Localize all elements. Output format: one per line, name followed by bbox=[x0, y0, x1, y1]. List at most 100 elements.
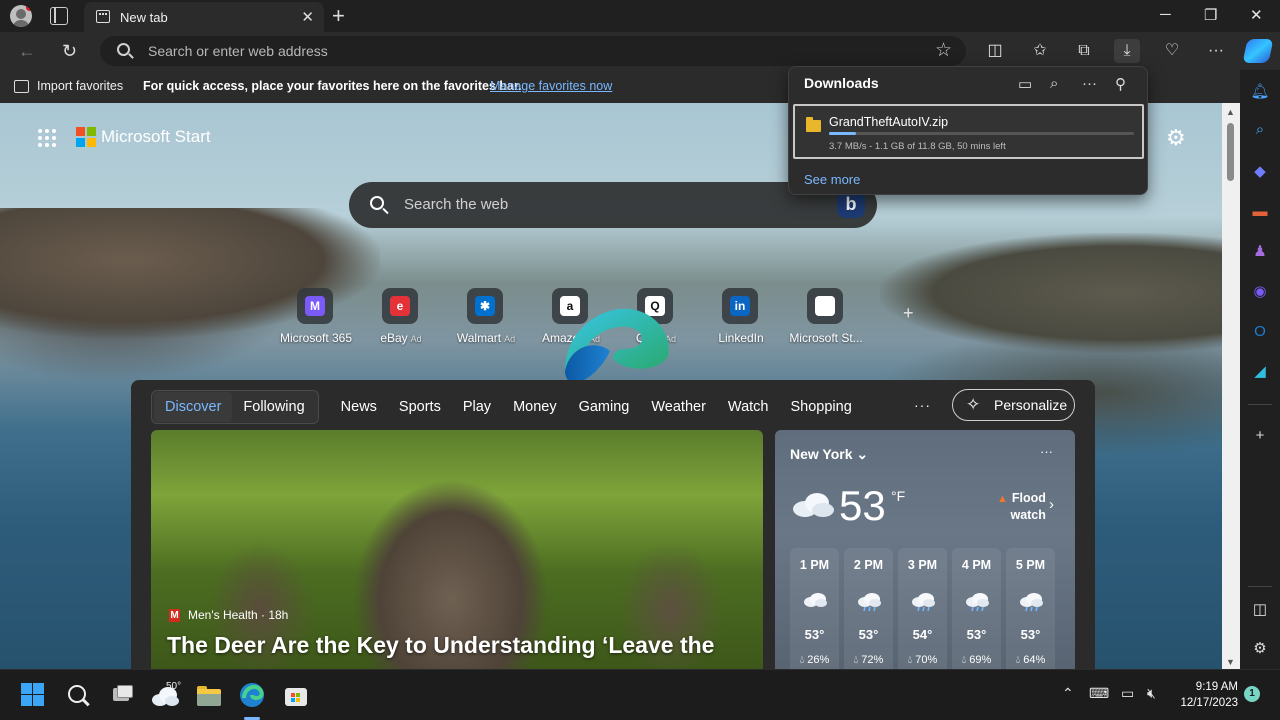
hourly-forecast-item[interactable]: 4 PM 53° 💧︎ 69% bbox=[952, 548, 1001, 669]
quick-link-label: eBay Ad bbox=[380, 331, 422, 345]
tab-shopping[interactable]: Shopping bbox=[790, 399, 851, 415]
quick-link-tile[interactable]: Microsoft St... bbox=[786, 288, 871, 348]
hide-sidebar-icon[interactable]: ◫ bbox=[1250, 600, 1270, 620]
quick-link-tile[interactable]: e eBay Ad bbox=[361, 288, 446, 348]
title-bar: New tab ✕ + ─ ❐ ✕ bbox=[0, 0, 1280, 32]
add-sidebar-app-icon[interactable]: + bbox=[1250, 426, 1270, 446]
tab-new-tab[interactable]: New tab ✕ bbox=[84, 2, 324, 32]
start-button-windows-icon[interactable] bbox=[20, 682, 46, 708]
tools-briefcase-icon[interactable]: ▬ bbox=[1250, 202, 1270, 222]
sidebar-divider bbox=[1248, 586, 1272, 587]
quick-link-tile[interactable]: M Microsoft 365 bbox=[276, 288, 361, 348]
notification-badge[interactable]: 1 bbox=[1244, 686, 1260, 702]
split-screen-icon[interactable]: ◫ bbox=[982, 39, 1008, 63]
add-favorite-star-icon[interactable]: ☆ bbox=[935, 39, 952, 62]
quick-link-tile[interactable]: in LinkedIn bbox=[701, 288, 786, 348]
news-card[interactable]: M Men's Health · 18h The Deer Are the Ke… bbox=[151, 430, 763, 669]
copilot-icon[interactable] bbox=[1242, 39, 1274, 63]
heavy-rain-icon bbox=[966, 593, 989, 612]
manage-favorites-link[interactable]: Manage favorites now bbox=[490, 79, 612, 93]
close-tab-icon[interactable]: ✕ bbox=[301, 8, 314, 26]
import-favorites-label: Import favorites bbox=[37, 79, 124, 93]
feed-category-list: News Sports Play Money Gaming Weather Watch Sho… bbox=[319, 399, 852, 415]
microsoft-store-icon[interactable] bbox=[283, 682, 309, 708]
games-icon[interactable]: ♟ bbox=[1250, 242, 1270, 262]
refresh-button[interactable]: ↻ bbox=[62, 41, 77, 61]
scroll-down-arrow-icon[interactable]: ▼ bbox=[1226, 657, 1235, 667]
more-categories-button[interactable]: ··· bbox=[914, 397, 931, 413]
new-tab-button[interactable]: + bbox=[332, 3, 345, 29]
quick-link-icon: M bbox=[297, 288, 333, 324]
forecast-precip: 💧︎ 70% bbox=[907, 654, 938, 666]
weather-city[interactable]: New York ⌄ bbox=[790, 446, 868, 463]
background-hill bbox=[880, 233, 1222, 353]
quick-link-label: Walmart Ad bbox=[456, 331, 516, 345]
hourly-forecast-item[interactable]: 1 PM 53° 💧︎ 26% bbox=[790, 548, 839, 669]
file-explorer-icon[interactable] bbox=[196, 682, 222, 708]
downloads-icon[interactable]: ⤓ bbox=[1114, 39, 1140, 63]
tab-money[interactable]: Money bbox=[513, 399, 557, 415]
forecast-temp: 53° bbox=[858, 627, 879, 642]
scroll-up-arrow-icon[interactable]: ▲ bbox=[1226, 107, 1235, 117]
flood-watch-alert[interactable]: ▲ Flood watch bbox=[997, 490, 1046, 523]
tab-gaming[interactable]: Gaming bbox=[579, 399, 630, 415]
network-icon[interactable]: ▭ bbox=[1121, 685, 1134, 702]
tab-discover[interactable]: Discover bbox=[154, 392, 233, 422]
tab-weather[interactable]: Weather bbox=[651, 399, 706, 415]
keyboard-icon[interactable]: ⌨ bbox=[1089, 685, 1109, 702]
close-window-button[interactable]: ✕ bbox=[1250, 6, 1263, 24]
sidebar-settings-gear-icon[interactable]: ⚙ bbox=[1250, 639, 1270, 659]
tab-sports[interactable]: Sports bbox=[399, 399, 441, 415]
shopping-tag-icon[interactable]: ◆ bbox=[1250, 162, 1270, 182]
volume-muted-icon[interactable]: 🔇︎ bbox=[1147, 685, 1156, 702]
outlook-icon[interactable]: O bbox=[1250, 322, 1270, 342]
taskbar-search-icon[interactable] bbox=[65, 682, 91, 708]
back-button[interactable]: ← bbox=[18, 41, 36, 61]
notifications-bell-icon[interactable]: 🔔︎ bbox=[1250, 82, 1270, 102]
tab-watch[interactable]: Watch bbox=[728, 399, 769, 415]
hourly-forecast-item[interactable]: 2 PM 53° 💧︎ 72% bbox=[844, 548, 893, 669]
scrollbar-thumb[interactable] bbox=[1227, 123, 1234, 181]
hourly-forecast: 1 PM 53° 💧︎ 26% 2 PM 53° 💧︎ 72% 3 PM 54° 💧︎ 70% 4… bbox=[790, 548, 1055, 669]
profile-avatar-icon[interactable] bbox=[10, 5, 32, 27]
download-progress-fill bbox=[829, 132, 857, 135]
minimize-button[interactable]: ─ bbox=[1160, 6, 1171, 23]
see-more-link[interactable]: See more bbox=[804, 172, 860, 187]
tab-following[interactable]: Following bbox=[232, 392, 315, 422]
news-headline[interactable]: The Deer Are the Key to Understanding ‘L… bbox=[167, 632, 714, 659]
page-settings-gear-icon[interactable]: ⚙ bbox=[1166, 125, 1186, 151]
address-bar[interactable]: Search or enter web address ☆ bbox=[100, 36, 966, 66]
chevron-right-icon[interactable]: › bbox=[1049, 496, 1054, 513]
add-quick-link-icon[interactable]: + bbox=[903, 303, 914, 324]
app-launcher-icon[interactable] bbox=[38, 129, 56, 147]
weather-more-icon[interactable]: ··· bbox=[1040, 444, 1053, 459]
clock[interactable]: 9:19 AM 12/17/2023 bbox=[1172, 679, 1238, 711]
drop-icon[interactable]: ◢ bbox=[1250, 362, 1270, 382]
show-hidden-icons-chevron-up-icon[interactable]: ⌃ bbox=[1062, 685, 1074, 702]
pin-icon[interactable]: ⚲ bbox=[1115, 75, 1126, 93]
settings-and-more-icon[interactable]: ··· bbox=[1203, 39, 1229, 63]
microsoft-365-icon[interactable]: ◉ bbox=[1250, 282, 1270, 302]
collections-icon[interactable]: ⧉ bbox=[1071, 39, 1097, 63]
search-icon[interactable]: ⌕ bbox=[1250, 120, 1270, 140]
weather-card[interactable]: New York ⌄ ··· 53 °F ▲ Flood watch › 1 PM… bbox=[775, 430, 1075, 669]
browser-essentials-icon[interactable]: ♡ bbox=[1159, 39, 1185, 63]
open-downloads-folder-icon[interactable]: ▭ bbox=[1018, 75, 1032, 93]
quick-link-tile[interactable]: ✱ Walmart Ad bbox=[446, 288, 531, 348]
tab-news[interactable]: News bbox=[341, 399, 377, 415]
favorites-icon[interactable]: ✩ bbox=[1027, 39, 1053, 63]
search-downloads-icon[interactable]: ⌕ bbox=[1050, 75, 1058, 92]
page-scrollbar[interactable]: ▲ ▼ bbox=[1222, 103, 1240, 669]
restore-button[interactable]: ❐ bbox=[1204, 6, 1217, 24]
hourly-forecast-item[interactable]: 3 PM 54° 💧︎ 70% bbox=[898, 548, 947, 669]
tab-play[interactable]: Play bbox=[463, 399, 491, 415]
import-favorites-button[interactable]: Import favorites bbox=[14, 79, 123, 93]
hourly-forecast-item[interactable]: 5 PM 53° 💧︎ 64% bbox=[1006, 548, 1055, 669]
edge-taskbar-icon[interactable] bbox=[239, 682, 265, 708]
forecast-precip: 💧︎ 72% bbox=[853, 654, 884, 666]
tab-actions-icon[interactable] bbox=[50, 7, 68, 25]
task-view-icon[interactable] bbox=[109, 682, 135, 708]
download-item[interactable]: GrandTheftAutoIV.zip 3.7 MB/s - 1.1 GB o… bbox=[793, 104, 1144, 159]
personalize-button[interactable]: ✧ Personalize bbox=[952, 389, 1075, 421]
more-options-icon[interactable]: ··· bbox=[1082, 75, 1097, 92]
